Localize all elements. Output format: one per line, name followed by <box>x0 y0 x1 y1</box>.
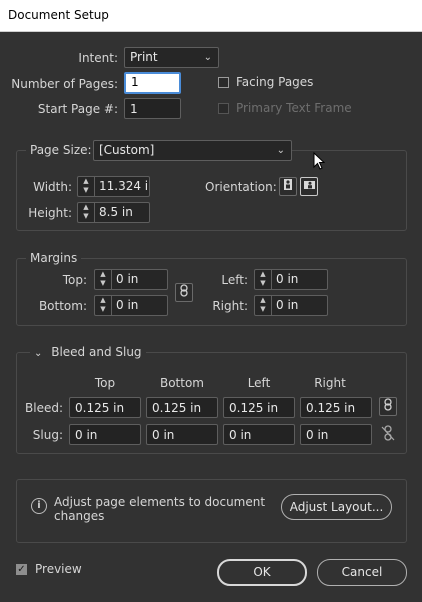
orientation-label: Orientation: <box>205 180 277 194</box>
bleed-left-input[interactable]: 0.125 in <box>223 397 295 418</box>
stepper-arrows-icon[interactable]: ▲ ▼ <box>255 270 272 289</box>
margin-right-label: Right: <box>212 299 248 313</box>
page-size-label: Page Size: <box>26 143 96 157</box>
stepper-arrows-icon[interactable]: ▲ ▼ <box>78 177 95 196</box>
ok-button[interactable]: OK <box>217 559 307 586</box>
margin-right-stepper[interactable]: ▲ ▼ 0 in <box>254 295 328 316</box>
height-stepper[interactable]: ▲ ▼ 8.5 in <box>77 202 150 223</box>
chain-link-icon <box>384 398 392 411</box>
stepper-arrows-icon[interactable]: ▲ ▼ <box>78 203 95 222</box>
margin-bottom-value: 0 in <box>116 298 139 312</box>
slug-left-input[interactable]: 0 in <box>223 424 295 445</box>
chain-link-icon <box>180 284 188 297</box>
preview-label: Preview <box>35 562 82 576</box>
slug-label: Slug: <box>32 428 63 442</box>
stepper-arrows-icon[interactable]: ▲ ▼ <box>255 296 272 315</box>
title-bar: Document Setup <box>0 0 422 32</box>
portrait-icon <box>284 179 292 190</box>
height-label: Height: <box>28 206 72 220</box>
margin-right-value: 0 in <box>276 298 299 312</box>
margin-left-value: 0 in <box>276 272 299 286</box>
bleed-right-input[interactable]: 0.125 in <box>300 397 372 418</box>
slug-link-button[interactable] <box>381 425 395 442</box>
margin-top-value: 0 in <box>116 272 139 286</box>
number-of-pages-label: Number of Pages: <box>11 77 118 91</box>
slug-right-input[interactable]: 0 in <box>300 424 372 445</box>
start-page-input[interactable]: 1 <box>124 98 181 119</box>
preview-checkbox[interactable]: ✓ <box>16 564 27 575</box>
mouse-cursor-icon <box>313 152 325 170</box>
landscape-icon <box>303 181 315 189</box>
stepper-arrows-icon[interactable]: ▲ ▼ <box>95 270 112 289</box>
width-value: 11.324 in <box>99 179 149 193</box>
bleed-slug-header[interactable]: ⌄ Bleed and Slug <box>30 345 146 359</box>
chevron-down-icon: ⌄ <box>276 145 285 156</box>
height-value: 8.5 in <box>99 205 133 219</box>
cancel-button[interactable]: Cancel <box>317 559 407 586</box>
slug-bottom-input[interactable]: 0 in <box>146 424 218 445</box>
bleed-label: Bleed: <box>25 401 63 415</box>
stepper-arrows-icon[interactable]: ▲ ▼ <box>95 296 112 315</box>
info-icon: i <box>31 498 47 514</box>
intent-label: Intent: <box>78 51 118 65</box>
margin-top-label: Top: <box>62 273 87 287</box>
number-of-pages-input[interactable]: 1 <box>124 72 181 94</box>
width-stepper[interactable]: ▲▼ 11.324 in <box>77 176 150 197</box>
chevron-down-icon: ⌄ <box>203 52 212 63</box>
bleed-bottom-input[interactable]: 0.125 in <box>146 397 218 418</box>
landscape-orientation-button[interactable] <box>300 177 318 196</box>
intent-value: Print <box>130 50 158 64</box>
primary-text-frame-checkbox[interactable] <box>218 103 229 114</box>
column-header-right: Right <box>314 376 346 390</box>
margin-left-label: Left: <box>221 273 248 287</box>
width-label: Width: <box>33 180 72 194</box>
portrait-orientation-button[interactable] <box>279 177 297 196</box>
column-header-top: Top <box>94 376 116 390</box>
window-title: Document Setup <box>8 8 109 22</box>
broken-chain-link-icon <box>381 425 395 441</box>
margin-bottom-stepper[interactable]: ▲ ▼ 0 in <box>94 295 168 316</box>
margins-title: Margins <box>26 251 82 265</box>
column-header-bottom: Bottom <box>159 376 204 390</box>
margins-group <box>16 258 407 326</box>
bleed-top-input[interactable]: 0.125 in <box>69 397 141 418</box>
bleed-link-button[interactable] <box>379 397 397 416</box>
bleed-slug-title: Bleed and Slug <box>51 345 142 359</box>
facing-pages-label: Facing Pages <box>236 75 314 89</box>
margins-link-button[interactable] <box>175 283 193 302</box>
primary-text-frame-label: Primary Text Frame <box>236 101 352 115</box>
adjust-message-line2: changes <box>54 509 105 523</box>
facing-pages-checkbox[interactable] <box>218 77 229 88</box>
intent-dropdown[interactable]: Print ⌄ <box>124 47 219 68</box>
page-size-dropdown[interactable]: [Custom] ⌄ <box>93 140 292 161</box>
start-page-label: Start Page #: <box>37 102 118 116</box>
slug-top-input[interactable]: 0 in <box>69 424 141 445</box>
adjust-message-line1: Adjust page elements to document <box>54 495 266 509</box>
adjust-message: Adjust page elements to document changes <box>54 495 274 523</box>
adjust-layout-button[interactable]: Adjust Layout... <box>281 494 392 520</box>
page-size-value: [Custom] <box>99 143 155 157</box>
margin-bottom-label: Bottom: <box>38 299 87 313</box>
chevron-down-icon: ⌄ <box>34 348 43 359</box>
column-header-left: Left <box>247 376 271 390</box>
margin-top-stepper[interactable]: ▲ ▼ 0 in <box>94 269 168 290</box>
margin-left-stepper[interactable]: ▲ ▼ 0 in <box>254 269 328 290</box>
